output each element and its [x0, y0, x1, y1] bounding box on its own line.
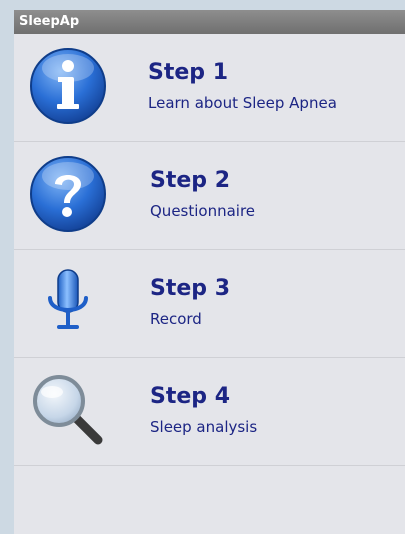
app-title: SleepAp	[19, 14, 80, 29]
step-4-title: Step 4	[150, 384, 230, 409]
step-2-subtitle: Questionnaire	[150, 202, 256, 220]
step-1-subtitle: Learn about Sleep Apnea	[148, 94, 337, 112]
step-list: Step 1 Learn about Sleep Apnea Step 2 Qu…	[14, 34, 405, 466]
step-4-item[interactable]: Step 4 Sleep analysis	[14, 358, 405, 466]
step-4-subtitle: Sleep analysis	[150, 418, 258, 436]
microphone-icon	[28, 262, 108, 342]
magnifier-icon	[28, 370, 108, 450]
step-1-item[interactable]: Step 1 Learn about Sleep Apnea	[14, 34, 405, 142]
app-title-bar: SleepAp	[14, 10, 405, 34]
app-window: SleepAp Step 1 Learn about Sleep Apnea S…	[14, 10, 405, 534]
info-icon	[28, 46, 108, 126]
step-3-item[interactable]: Step 3 Record	[14, 250, 405, 358]
step-1-title: Step 1	[148, 60, 228, 85]
step-2-item[interactable]: Step 2 Questionnaire	[14, 142, 405, 250]
step-3-title: Step 3	[150, 276, 230, 301]
question-icon	[28, 154, 108, 234]
step-2-title: Step 2	[150, 168, 230, 193]
step-3-subtitle: Record	[150, 310, 202, 328]
